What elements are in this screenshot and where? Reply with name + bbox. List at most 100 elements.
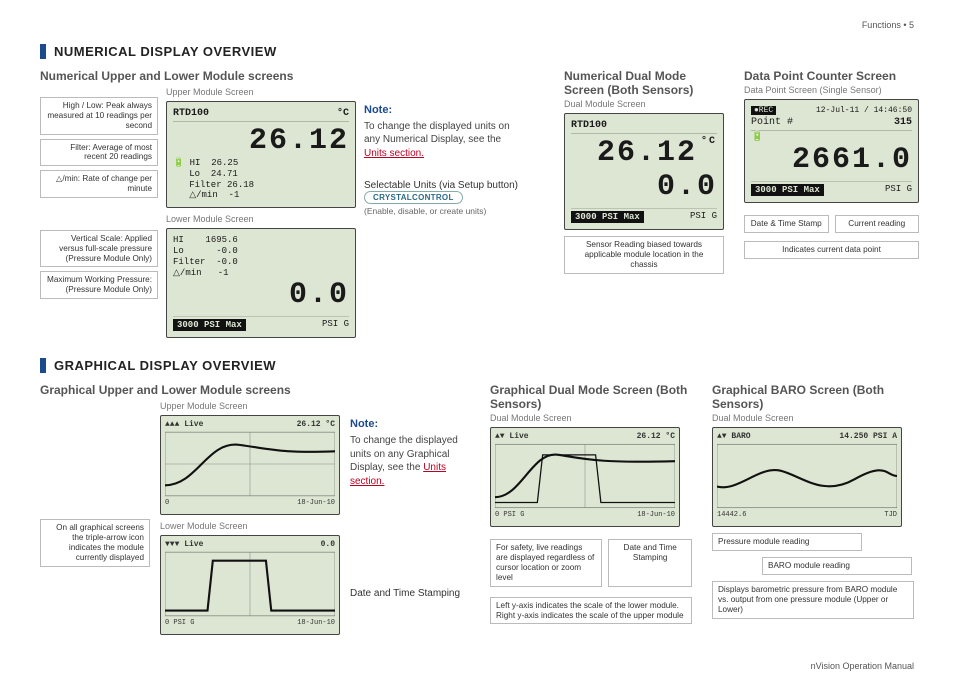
gu-val: 26.12 °C: [297, 420, 335, 429]
lcd-lower-unit: PSI G: [322, 319, 349, 331]
lcd-upper-unit: °C: [337, 108, 349, 119]
dp-max: 3000 PSI Max: [751, 184, 824, 196]
sub-graph-ul: Graphical Upper and Lower Module screens: [40, 383, 470, 397]
sub-dual: Numerical Dual Mode Screen (Both Sensors…: [564, 69, 724, 97]
dual-u1: °C: [701, 136, 717, 147]
sub-datapoint: Data Point Counter Screen: [744, 69, 919, 83]
gl-val: 0.0: [321, 540, 335, 549]
gb-mode: BARO: [731, 432, 750, 441]
gb-fl: 14442.6: [717, 511, 746, 519]
dual-max: 3000 PSI Max: [571, 211, 644, 223]
note1-link[interactable]: Units section.: [364, 148, 424, 159]
note1-title: Note:: [364, 103, 524, 118]
callout-delta: △/min: Rate of change per minute: [40, 170, 158, 198]
sub-graph-dual: Graphical Dual Mode Screen (Both Sensors…: [490, 383, 692, 411]
callout-vscale: Vertical Scale: Applied versus full-scal…: [40, 230, 158, 268]
l-hi-val: 1695.6: [205, 235, 237, 245]
l-del-val: -1: [218, 268, 229, 278]
dp-callout-indicates: Indicates current data point: [744, 241, 919, 259]
lo-val: 24.71: [211, 169, 238, 179]
dp-big: 2661.0: [751, 143, 912, 177]
callout-dual-bias: Sensor Reading biased towards applicable…: [564, 236, 724, 274]
l-fil-val: -0.0: [216, 257, 238, 267]
dual-u2: PSI G: [690, 211, 717, 223]
dp-callout-date: Date & Time Stamp: [744, 215, 829, 233]
dual-label: Dual Module Screen: [564, 99, 724, 109]
graph-baro: ▲▼ BARO14.250 PSI A 14442.6TJD: [712, 427, 902, 527]
gd-mode: Live: [509, 432, 528, 441]
page-header: Functions • 5: [40, 20, 914, 30]
callout-filter: Filter: Average of most recent 20 readin…: [40, 139, 158, 167]
gdual-label: Dual Module Screen: [490, 413, 692, 423]
del-val: -1: [229, 190, 240, 200]
fil-val: 26.18: [227, 180, 254, 190]
gu-fl: 0: [165, 499, 169, 507]
lcd-lower-big: 0.0: [173, 278, 349, 312]
lcd-upper-big: 26.12: [173, 124, 349, 158]
callout-triple-arrow: On all graphical screens the triple-arro…: [40, 519, 150, 566]
lo-lbl: Lo: [189, 169, 200, 179]
gbaro-callout-pressure: Pressure module reading: [712, 533, 862, 551]
callout-hi-lo: High / Low: Peak always measured at 10 r…: [40, 97, 158, 135]
gd-fl: 0 PSI G: [495, 511, 524, 519]
gl-mode: Live: [184, 540, 203, 549]
lcd-lower: HI 1695.6 Lo -0.0 Filter -0.0 △/min -1 0…: [166, 228, 356, 338]
gb-val: 14.250 PSI A: [839, 432, 897, 441]
gb-fr: TJD: [884, 511, 897, 519]
lcd-upper: RTD100 °C 26.12 🔋 HI 26.25 Lo 24.71 Filt…: [166, 101, 356, 208]
gdual-callout-safety: For safety, live readings are displayed …: [490, 539, 602, 586]
upper-screen-label: Upper Module Screen: [166, 87, 356, 97]
fil-lbl: Filter: [189, 180, 221, 190]
dual-big2: 0.0: [571, 170, 717, 204]
gd-val: 26.12 °C: [637, 432, 675, 441]
sub-upper-lower: Numerical Upper and Lower Module screens: [40, 69, 544, 83]
gbaro-label: Dual Module Screen: [712, 413, 914, 423]
l-hi-lbl: HI: [173, 235, 184, 245]
note-graphical: Note: To change the displayed units on a…: [350, 417, 470, 488]
dp-point-lbl: Point #: [751, 117, 793, 128]
crystalcontrol-badge: CRYSTALCONTROL: [364, 191, 463, 204]
l-lo-val: -0.0: [216, 246, 238, 256]
dp-rec: ●REC: [751, 106, 776, 115]
gd-fr: 18-Jun-10: [637, 511, 675, 519]
g-lower-label: Lower Module Screen: [160, 521, 340, 531]
dual-title: RTD100: [571, 120, 607, 131]
dp-label: Data Point Screen (Single Sensor): [744, 85, 919, 95]
gl-fl: 0 PSI G: [165, 619, 194, 627]
gl-fr: 18-Jun-10: [297, 619, 335, 627]
gu-fr: 18-Jun-10: [297, 499, 335, 507]
note2-title: Note:: [350, 417, 470, 432]
l-lo-lbl: Lo: [173, 246, 184, 256]
section-graphical-title: GRAPHICAL DISPLAY OVERVIEW: [40, 358, 914, 373]
gu-mode: Live: [184, 420, 203, 429]
l-del-lbl: △/min: [173, 268, 202, 278]
graph-upper: ▲▲▲ Live26.12 °C 018-Jun-10: [160, 415, 340, 515]
dp-unit: PSI G: [885, 184, 912, 196]
lcd-lower-max: 3000 PSI Max: [173, 319, 246, 331]
g-upper-label: Upper Module Screen: [160, 401, 340, 411]
section-numerical-title: NUMERICAL DISPLAY OVERVIEW: [40, 44, 914, 59]
note1-body: To change the displayed units on any Num…: [364, 121, 510, 146]
callout-date-stamping: Date and Time Stamping: [350, 588, 470, 599]
gdual-callout-date: Date and Time Stamping: [608, 539, 692, 586]
page-footer: nVision Operation Manual: [40, 661, 914, 671]
gbaro-callout-displays: Displays barometric pressure from BARO m…: [712, 581, 914, 619]
graph-lower: ▼▼▼ Live0.0 0 PSI G18-Jun-10: [160, 535, 340, 635]
sub-graph-baro: Graphical BARO Screen (Both Sensors): [712, 383, 914, 411]
dual-big1: 26.12: [597, 136, 697, 170]
del-lbl: △/min: [189, 190, 218, 200]
dp-date: 12-Jul-11 / 14:46:50: [816, 106, 912, 115]
lower-screen-label: Lower Module Screen: [166, 214, 356, 224]
l-fil-lbl: Filter: [173, 257, 205, 267]
hi-val: 26.25: [211, 158, 238, 168]
lcd-upper-title: RTD100: [173, 108, 209, 119]
note-numerical: Note: To change the displayed units on a…: [364, 103, 524, 160]
callout-maxwp: Maximum Working Pressure: (Pressure Modu…: [40, 271, 158, 299]
dp-callout-current: Current reading: [835, 215, 920, 233]
hi-lbl: HI: [190, 158, 201, 168]
gbaro-callout-baro: BARO module reading: [762, 557, 912, 575]
callout-enable-disable: (Enable, disable, or create units): [364, 206, 544, 216]
lcd-dual: RTD100 26.12 °C 0.0 3000 PSI Max PSI G: [564, 113, 724, 230]
dp-point: 315: [894, 117, 912, 128]
callout-selectable-units: Selectable Units (via Setup button): [364, 180, 534, 191]
